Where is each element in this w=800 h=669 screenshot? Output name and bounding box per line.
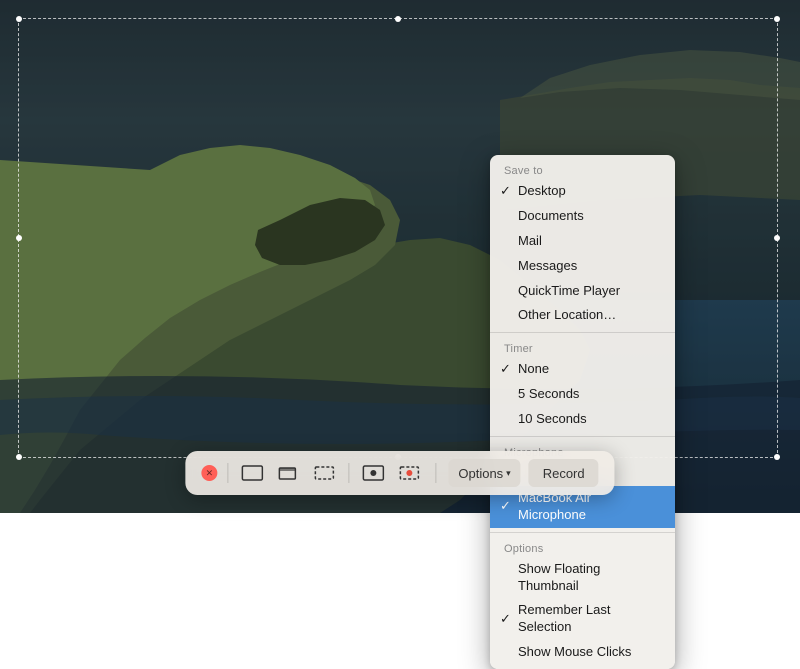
toolbar-divider-2 [348,463,349,483]
menu-item-documents[interactable]: Documents [490,204,675,229]
timer-label: Timer [490,337,675,357]
divider-1 [490,332,675,333]
toolbar-divider-3 [435,463,436,483]
record-selection-button[interactable] [395,463,423,483]
record-button[interactable]: Record [529,459,599,487]
capture-selection-button[interactable] [310,463,338,483]
desktop-background [0,0,800,513]
divider-3 [490,532,675,533]
record-label: Record [543,466,585,481]
menu-item-timer-none[interactable]: None [490,357,675,382]
menu-item-mail[interactable]: Mail [490,229,675,254]
options-label: Options [490,537,675,557]
menu-item-quicktime[interactable]: QuickTime Player [490,279,675,304]
divider-2 [490,436,675,437]
toolbar: Options ▾ Record [185,451,614,495]
context-menu: Save to Desktop Documents Mail Messages … [490,155,675,669]
capture-window-button[interactable] [274,463,302,483]
menu-item-show-thumbnail[interactable]: Show Floating Thumbnail [490,557,675,599]
capture-full-screen-button[interactable] [238,463,266,483]
menu-item-remember-selection[interactable]: Remember Last Selection [490,598,675,640]
menu-item-other-location[interactable]: Other Location… [490,303,675,328]
options-button[interactable]: Options ▾ [448,459,520,487]
menu-item-10-seconds[interactable]: 10 Seconds [490,407,675,432]
save-to-label: Save to [490,159,675,179]
record-full-screen-button[interactable] [359,463,387,483]
options-label: Options [458,466,503,481]
close-button[interactable] [201,465,217,481]
menu-item-desktop[interactable]: Desktop [490,179,675,204]
menu-item-show-mouse-clicks[interactable]: Show Mouse Clicks [490,640,675,665]
toolbar-divider-1 [227,463,228,483]
menu-item-5-seconds[interactable]: 5 Seconds [490,382,675,407]
options-chevron-icon: ▾ [506,468,511,479]
menu-item-messages[interactable]: Messages [490,254,675,279]
